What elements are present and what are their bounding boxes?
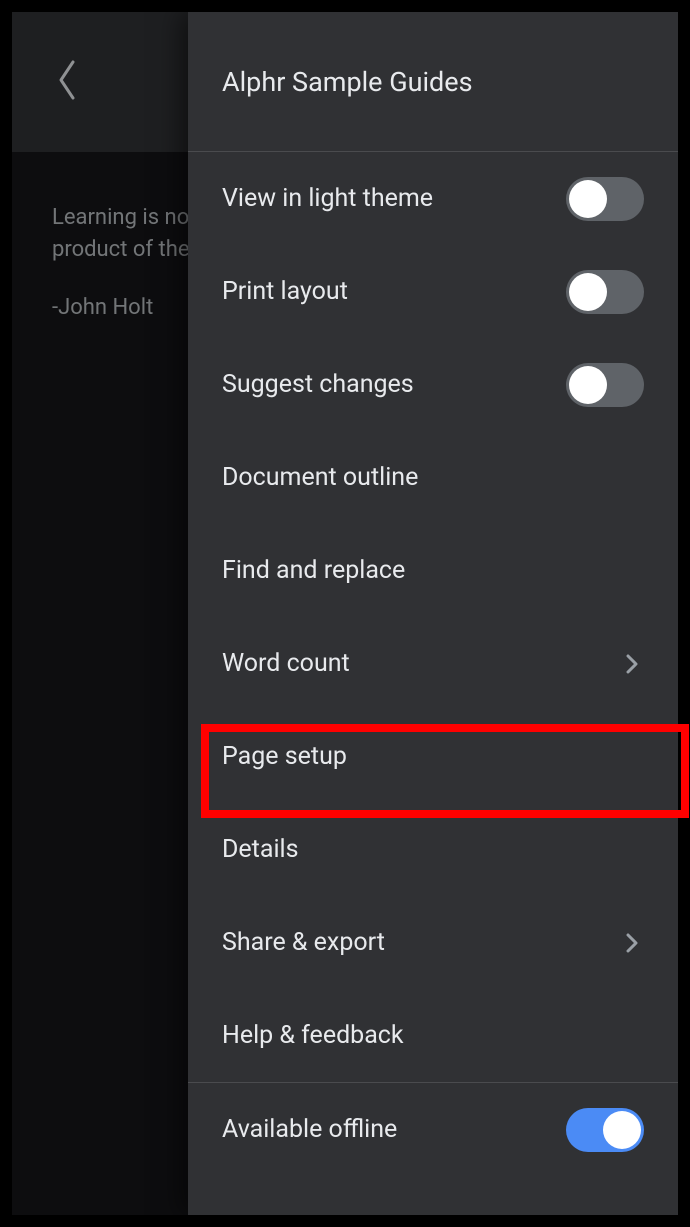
menu-view-light-theme[interactable]: View in light theme xyxy=(188,152,678,245)
chevron-right-icon xyxy=(620,931,644,955)
menu-item-label: Word count xyxy=(222,649,620,678)
menu-print-layout[interactable]: Print layout xyxy=(188,245,678,338)
menu-item-label: Available offline xyxy=(222,1115,566,1144)
toggle-switch[interactable] xyxy=(566,1108,644,1152)
chevron-right-icon xyxy=(620,652,644,676)
menu-item-label: Share & export xyxy=(222,928,620,957)
toggle-switch[interactable] xyxy=(566,363,644,407)
menu-item-label: Page setup xyxy=(222,742,644,771)
menu-word-count[interactable]: Word count xyxy=(188,617,678,710)
toggle-switch[interactable] xyxy=(566,270,644,314)
panel-title-text: Alphr Sample Guides xyxy=(222,66,473,98)
menu-item-label: Suggest changes xyxy=(222,370,566,399)
menu-item-label: Help & feedback xyxy=(222,1021,644,1050)
menu-page-setup[interactable]: Page setup xyxy=(188,710,678,803)
menu-item-label: Document outline xyxy=(222,463,644,492)
menu-share-export[interactable]: Share & export xyxy=(188,896,678,989)
menu-find-replace[interactable]: Find and replace xyxy=(188,524,678,617)
menu-list: View in light theme Print layout Suggest… xyxy=(188,152,678,1215)
menu-help-feedback[interactable]: Help & feedback xyxy=(188,989,678,1082)
menu-available-offline[interactable]: Available offline xyxy=(188,1083,678,1176)
menu-item-label: Details xyxy=(222,835,644,864)
menu-details[interactable]: Details xyxy=(188,803,678,896)
menu-suggest-changes[interactable]: Suggest changes xyxy=(188,338,678,431)
menu-item-label: View in light theme xyxy=(222,184,566,213)
menu-item-label: Find and replace xyxy=(222,556,644,585)
menu-document-outline[interactable]: Document outline xyxy=(188,431,678,524)
toggle-switch[interactable] xyxy=(566,177,644,221)
menu-item-label: Print layout xyxy=(222,277,566,306)
panel-title: Alphr Sample Guides xyxy=(188,12,678,152)
options-panel: Alphr Sample Guides View in light theme … xyxy=(188,12,678,1215)
